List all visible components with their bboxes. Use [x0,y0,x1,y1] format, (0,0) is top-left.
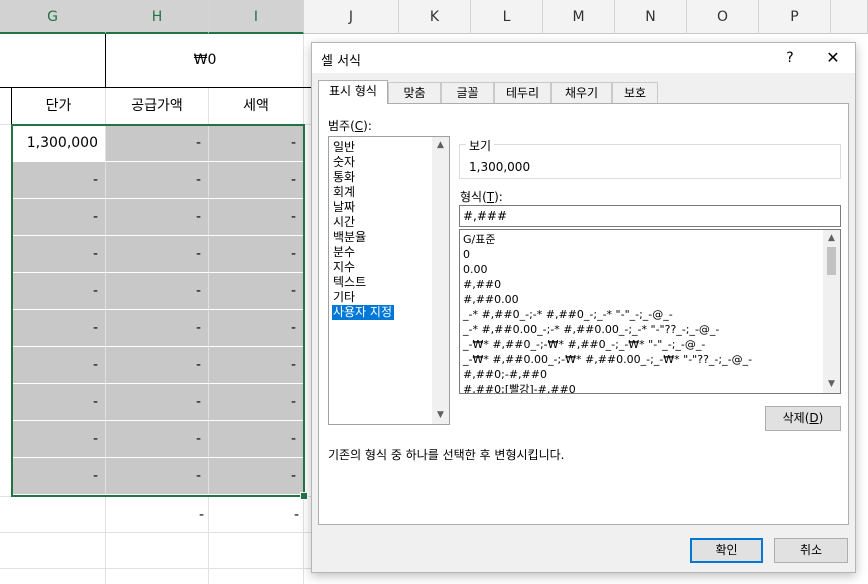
format-item[interactable]: _-₩* #,##0_-;-₩* #,##0_-;_-₩* "-"_-;_-@_… [463,337,705,352]
category-item[interactable]: 날짜 [332,200,357,215]
tab-protection[interactable]: 보호 [612,82,658,103]
tab-border[interactable]: 테두리 [494,82,551,103]
ok-button[interactable]: 확인 [690,538,763,563]
column-header-o[interactable]: O [687,0,759,34]
scroll-down-icon[interactable]: ▼ [432,407,449,424]
fill-handle[interactable] [300,492,308,500]
format-item[interactable]: _-₩* #,##0.00_-;-₩* #,##0.00_-;_-₩* "-"?… [463,352,752,367]
column-header-i[interactable]: I [209,0,304,34]
format-item[interactable]: _-* #,##0_-;-* #,##0_-;_-* "-"_-;_-@_- [463,307,673,322]
type-input[interactable]: #,### [459,205,841,227]
column-header-j[interactable]: J [304,0,399,34]
tab-alignment[interactable]: 맞춤 [388,82,441,103]
format-item[interactable]: #,##0;-#,##0 [463,367,547,382]
total-tax[interactable]: - [209,497,299,532]
description-text: 기존의 형식 중 하나를 선택한 후 변형시킵니다. [328,448,565,462]
total-supply-amount[interactable]: - [106,497,204,532]
category-item[interactable]: 회계 [332,185,357,200]
category-item[interactable]: 사용자 지정 [332,305,395,320]
category-list[interactable]: 일반 숫자 통화 회계 날짜 시간 백분율 분수 지수 텍스트 기타 사용자 지정 ▲ ▼ [328,136,450,425]
format-list[interactable]: G/표준 0 0.00 #,##0 #,##0.00 _-* #,##0_-;-* #,#… [459,229,841,394]
type-label: 형식(T): [460,190,503,204]
cancel-button[interactable]: 취소 [774,538,848,563]
selection-range [11,124,305,497]
format-item[interactable]: 0 [463,247,470,262]
column-header-g[interactable]: G [0,0,106,34]
category-item[interactable]: 지수 [332,260,357,275]
category-item[interactable]: 숫자 [332,155,357,170]
column-header-row: G H I J K L M N O P [0,0,868,34]
format-item[interactable]: G/표준 [463,232,495,247]
format-item[interactable]: #,##0;[빨강]-#,##0 [463,382,576,393]
dialog-title: 셀 서식 [321,54,362,69]
category-label: 범주(C): [328,119,372,133]
merged-total-cell[interactable]: ₩0 [106,34,304,87]
category-item[interactable]: 일반 [332,140,357,155]
format-item[interactable]: 0.00 [463,262,488,277]
tab-fill[interactable]: 채우기 [551,82,612,103]
scroll-up-icon[interactable]: ▲ [432,137,449,154]
format-item[interactable]: _-* #,##0.00_-;-* #,##0.00_-;_-* "-"??_-… [463,322,719,337]
format-item[interactable]: #,##0.00 [463,292,519,307]
column-header-h[interactable]: H [106,0,209,34]
number-panel: 범주(C): 일반 숫자 통화 회계 날짜 시간 백분율 분수 지수 텍스트 기타 사용자 지정 ▲ … [318,103,849,525]
column-header-p[interactable]: P [759,0,831,34]
category-item[interactable]: 시간 [332,215,357,230]
close-icon[interactable]: ✕ [822,48,844,68]
help-button[interactable]: ? [780,48,800,68]
scroll-up-icon[interactable]: ▲ [823,230,840,247]
category-item[interactable]: 백분율 [332,230,368,245]
header-unit-price[interactable]: 단가 [12,88,105,124]
category-item[interactable]: 통화 [332,170,357,185]
header-supply-amount[interactable]: 공급가액 [106,88,208,124]
category-item[interactable]: 분수 [332,245,357,260]
column-header-q[interactable] [831,0,868,34]
tab-font[interactable]: 글꼴 [441,82,494,103]
tab-number[interactable]: 표시 형식 [318,80,388,104]
category-item[interactable]: 기타 [332,290,357,305]
format-item[interactable]: #,##0 [463,277,501,292]
format-scrollbar[interactable]: ▲ ▼ [823,230,840,393]
column-header-n[interactable]: N [615,0,687,34]
dialog-titlebar: 셀 서식 ? ✕ [312,43,855,73]
category-item[interactable]: 텍스트 [332,275,368,290]
column-header-l[interactable]: L [471,0,543,34]
column-header-k[interactable]: K [399,0,471,34]
column-header-m[interactable]: M [543,0,615,34]
format-cells-dialog: 셀 서식 ? ✕ 표시 형식 맞춤 글꼴 테두리 채우기 보호 범주(C): 일… [311,42,856,573]
header-tax[interactable]: 세액 [209,88,303,124]
category-scrollbar[interactable]: ▲ ▼ [432,137,449,424]
scroll-thumb[interactable] [827,247,836,275]
delete-button[interactable]: 삭제(D) [765,406,841,431]
sample-value: 1,300,000 [469,160,531,174]
scroll-down-icon[interactable]: ▼ [823,376,840,393]
sample-label: 보기 [466,137,495,154]
